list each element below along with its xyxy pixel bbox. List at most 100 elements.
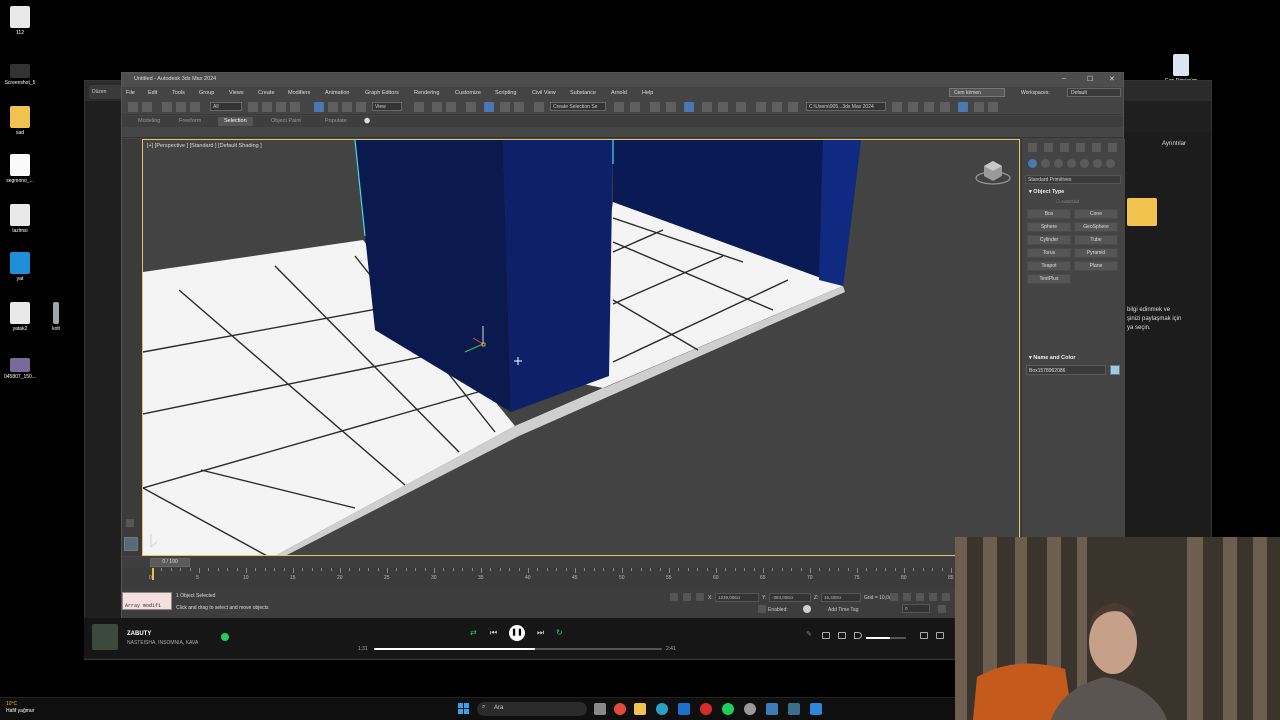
go-to-end-icon[interactable]	[942, 593, 950, 601]
details-button[interactable]: Ayrıntılar	[1162, 141, 1186, 147]
volume-icon[interactable]	[854, 632, 862, 639]
menu-file[interactable]: File	[126, 90, 135, 96]
track-artist[interactable]: NASTEISHA, INSOMNIA, KAVA	[127, 640, 198, 646]
z-coordinate-field[interactable]: 16,409cr	[821, 593, 861, 602]
chrome-dev-icon[interactable]	[744, 703, 756, 715]
pinned-app-2-icon[interactable]	[810, 703, 822, 715]
desktop-icon-sad[interactable]: sad	[0, 106, 40, 136]
mail-icon[interactable]	[678, 703, 690, 715]
go-to-start-icon[interactable]	[890, 593, 898, 601]
material-editor-icon[interactable]	[736, 102, 746, 112]
x-coordinate-field[interactable]: 1239,006cr	[715, 593, 759, 602]
previous-track-icon[interactable]: ⏮	[490, 628, 497, 638]
menu-scripting[interactable]: Scripting	[495, 90, 516, 96]
bind-space-warp-icon[interactable]	[190, 102, 200, 112]
project-settings-icon[interactable]	[940, 102, 950, 112]
plane-button[interactable]: Plane	[1074, 261, 1118, 271]
current-frame-field[interactable]: 0	[902, 604, 930, 613]
file-explorer-icon[interactable]	[634, 703, 646, 715]
perspective-viewport[interactable]: [+] [Perspective ] [Standard ] [Default …	[142, 139, 1020, 556]
motion-tab-icon[interactable]	[1076, 143, 1085, 152]
window-crossing-icon[interactable]	[290, 102, 300, 112]
windows-start-icon[interactable]	[458, 703, 469, 714]
menu-views[interactable]: Views	[229, 90, 244, 96]
edit-named-selection-icon[interactable]	[534, 102, 544, 112]
fullscreen-icon[interactable]	[936, 632, 944, 639]
desktop-icon-112[interactable]: 112	[0, 6, 40, 36]
background-window-tab[interactable]: Düzen	[89, 85, 121, 99]
snaps-toggle-icon[interactable]	[466, 102, 476, 112]
pinned-app-icon[interactable]	[766, 703, 778, 715]
minimize-button[interactable]: –	[1062, 75, 1066, 82]
box-button[interactable]: Box	[1027, 209, 1071, 219]
rendered-frame-window-icon[interactable]	[772, 102, 782, 112]
create-project-icon[interactable]	[908, 102, 918, 112]
album-art[interactable]	[92, 624, 118, 650]
cameras-icon[interactable]	[1067, 159, 1076, 168]
menu-customize[interactable]: Customize	[455, 90, 481, 96]
pyramid-button[interactable]: Pyramid	[1074, 248, 1118, 258]
y-coordinate-field[interactable]: -384,006cr	[769, 593, 811, 602]
previous-frame-icon[interactable]	[903, 593, 911, 601]
time-slider[interactable]: 0 / 100	[122, 557, 956, 568]
arnold-ipr-icon[interactable]	[988, 102, 998, 112]
object-type-rollout[interactable]: ▾ Object Type	[1025, 187, 1121, 197]
selection-lock-icon[interactable]	[683, 593, 691, 601]
undo-icon[interactable]	[128, 102, 138, 112]
connect-device-icon[interactable]	[838, 632, 846, 639]
desktop-icon-segmono[interactable]: segmono_...	[0, 154, 40, 184]
menu-arnold[interactable]: Arnold	[611, 90, 627, 96]
project-folder-dropdown[interactable]: C:\Users\905...3ds Max 2024	[806, 102, 886, 111]
lights-icon[interactable]	[1054, 159, 1063, 168]
object-color-swatch[interactable]	[1110, 365, 1120, 375]
liked-check-icon[interactable]	[221, 633, 229, 641]
opera-icon[interactable]	[700, 703, 712, 715]
render-setup-icon[interactable]	[756, 102, 766, 112]
primitive-category-dropdown[interactable]: Standard Primitives	[1025, 175, 1121, 184]
volume-slider[interactable]	[866, 637, 906, 639]
open-project-icon[interactable]	[892, 102, 902, 112]
rectangular-selection-icon[interactable]	[276, 102, 286, 112]
schematic-view-icon[interactable]	[718, 102, 728, 112]
current-frame-marker[interactable]	[152, 568, 154, 580]
select-by-name-icon[interactable]	[262, 102, 272, 112]
reference-coordinate-dropdown[interactable]: View	[372, 102, 402, 111]
textplus-button[interactable]: TextPlus	[1027, 274, 1071, 284]
save-project-icon[interactable]	[924, 102, 934, 112]
pivot-center-icon[interactable]	[414, 102, 424, 112]
place-icon[interactable]	[356, 102, 366, 112]
ribbon-tab-object-paint[interactable]: Object Paint	[271, 118, 301, 124]
maxscript-listener[interactable]: Array modifi	[122, 592, 172, 610]
trackbar[interactable]: 0 5 10 15 20 25 30 35 40 45 50 55 60 65 70 75 80 85	[122, 568, 981, 588]
tube-button[interactable]: Tube	[1074, 235, 1118, 245]
utilities-tab-icon[interactable]	[1108, 143, 1117, 152]
ribbon-tab-modeling[interactable]: Modeling	[138, 118, 160, 124]
ribbon-options-icon[interactable]: ⬤	[364, 118, 370, 124]
pause-button[interactable]: ❚❚	[509, 625, 525, 641]
workspace-dropdown[interactable]: Default	[1067, 88, 1121, 97]
auto-backup-icon[interactable]	[958, 102, 968, 112]
menu-civil-view[interactable]: Civil View	[532, 90, 556, 96]
desktop-icon-lazimsi[interactable]: lazimsi	[0, 204, 40, 234]
menu-animation[interactable]: Animation	[325, 90, 349, 96]
curve-editor-icon[interactable]	[702, 102, 712, 112]
menu-substance[interactable]: Substance	[570, 90, 596, 96]
cone-button[interactable]: Cone	[1074, 209, 1118, 219]
selection-filter-dropdown[interactable]: All	[210, 102, 242, 111]
link-icon[interactable]	[162, 102, 172, 112]
next-track-icon[interactable]: ⏭	[537, 628, 544, 638]
torus-button[interactable]: Torus	[1027, 248, 1071, 258]
sphere-button[interactable]: Sphere	[1027, 222, 1071, 232]
miniplayer-icon[interactable]	[920, 632, 928, 639]
scene-explorer-icon[interactable]	[650, 102, 660, 112]
helpers-icon[interactable]	[1080, 159, 1089, 168]
select-and-scale-icon[interactable]	[342, 102, 352, 112]
ribbon-tab-populate[interactable]: Populate	[325, 118, 347, 124]
chrome-icon[interactable]	[614, 703, 626, 715]
viewport-layout-tab[interactable]	[124, 537, 138, 551]
shuffle-icon[interactable]: ⇄	[470, 628, 477, 637]
unlink-icon[interactable]	[176, 102, 186, 112]
layer-explorer-icon[interactable]	[666, 102, 676, 112]
play-animation-icon[interactable]	[916, 593, 924, 601]
select-object-icon[interactable]	[248, 102, 258, 112]
